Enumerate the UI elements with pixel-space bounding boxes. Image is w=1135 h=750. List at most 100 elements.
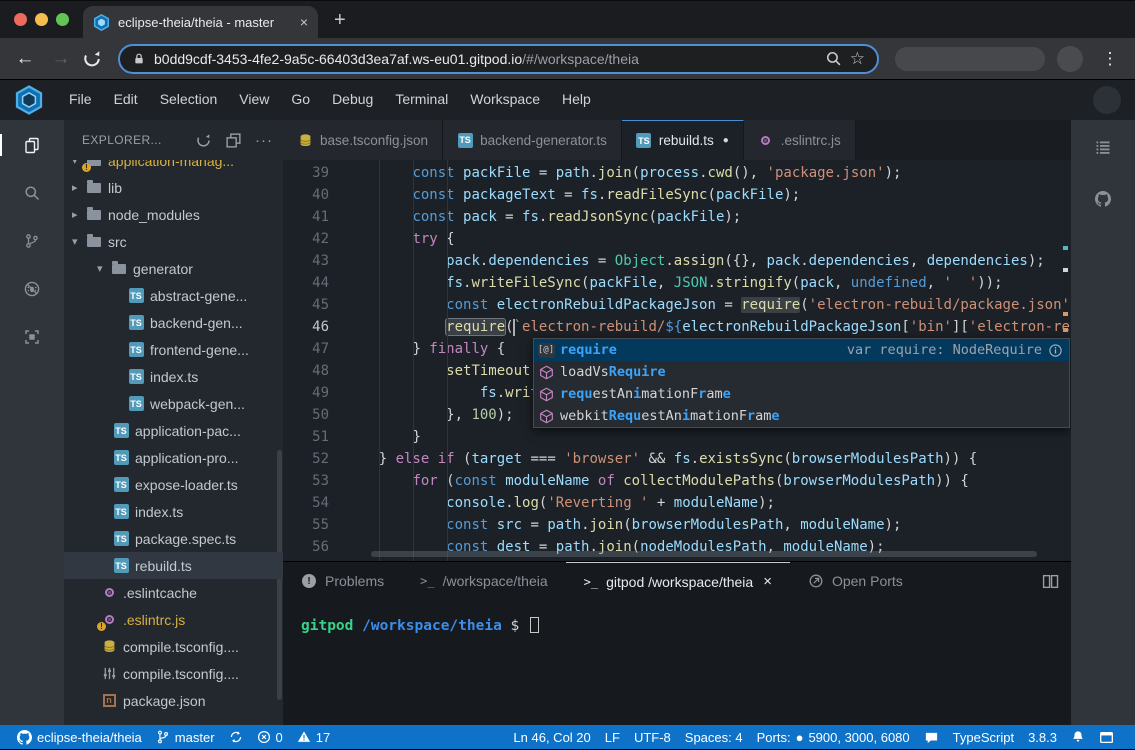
status-item-master[interactable]: master [149, 730, 222, 745]
dirty-indicator-icon[interactable]: ● [723, 135, 729, 146]
menu-item-debug[interactable]: Debug [321, 91, 384, 107]
panel-tab-close-icon[interactable]: × [763, 573, 772, 590]
menu-item-terminal[interactable]: Terminal [384, 91, 459, 107]
status-item[interactable] [917, 730, 946, 745]
tree-item[interactable]: TSindex.ts [64, 363, 283, 390]
horizontal-scrollbar[interactable] [371, 551, 1037, 557]
browser-menu-kebab-icon[interactable]: ⋮ [1095, 49, 1125, 69]
activity-scm[interactable] [0, 230, 64, 252]
tree-item[interactable]: !.eslintrc.js [64, 606, 283, 633]
activity-github[interactable] [1071, 188, 1135, 210]
status-item[interactable] [1064, 730, 1092, 744]
tree-item[interactable]: compile.tsconfig.... [64, 660, 283, 687]
panel-tab-gitpod-workspace-theia[interactable]: >_gitpod /workspace/theia× [566, 562, 790, 600]
activity-debug-off[interactable] [0, 278, 64, 300]
status-item-lf[interactable]: LF [598, 730, 627, 745]
more-actions-icon[interactable]: ··· [255, 132, 273, 149]
editor-tab-base-tsconfig-json[interactable]: base.tsconfig.json [283, 120, 443, 160]
tree-item[interactable]: TSindex.ts [64, 498, 283, 525]
status-item[interactable] [1092, 730, 1121, 745]
tree-item[interactable]: ▾src [64, 228, 283, 255]
menu-item-go[interactable]: Go [280, 91, 321, 107]
menu-item-file[interactable]: File [58, 91, 103, 107]
tree-item[interactable]: ▾generator [64, 255, 283, 282]
menu-item-edit[interactable]: Edit [103, 91, 149, 107]
tree-item[interactable]: ▸node_modules [64, 201, 283, 228]
lock-icon [132, 52, 146, 66]
status-item-17[interactable]: 17 [290, 730, 337, 745]
tree-item[interactable]: npackage.json [64, 687, 283, 714]
files-icon [24, 137, 40, 153]
status-item-spaces-4[interactable]: Spaces: 4 [678, 730, 750, 745]
editor-tab-rebuild-ts[interactable]: TSrebuild.ts● [622, 120, 744, 160]
browser-profile-avatar[interactable] [1057, 46, 1083, 72]
tree-item[interactable]: TSapplication-pro... [64, 444, 283, 471]
tree-item[interactable]: TSpackage.spec.ts [64, 525, 283, 552]
tree-item[interactable]: TSwebpack-gen... [64, 390, 283, 417]
url-text: b0dd9cdf-3453-4fe2-9a5c-66403d3ea7af.ws-… [154, 51, 817, 67]
tree-item[interactable]: ▾!application-manag... [64, 160, 283, 174]
browser-toolbar: ← → b0dd9cdf-3453-4fe2-9a5c-66403d3ea7af… [0, 38, 1135, 80]
terminal[interactable]: gitpod /workspace/theia $ [283, 600, 1071, 636]
menu-item-help[interactable]: Help [551, 91, 602, 107]
suggest-item[interactable]: loadVsRequire [534, 361, 1069, 383]
menu-item-view[interactable]: View [228, 91, 280, 107]
refresh-icon[interactable] [195, 132, 212, 149]
tree-item[interactable]: TSrebuild.ts [64, 552, 283, 579]
status-prefix: Ports: [757, 730, 791, 745]
activity-open-editors-list[interactable] [1071, 136, 1135, 158]
address-bar[interactable]: b0dd9cdf-3453-4fe2-9a5c-66403d3ea7af.ws-… [118, 44, 879, 74]
tree-item[interactable]: TSapplication-pac... [64, 417, 283, 444]
minimize-window-button[interactable] [35, 13, 48, 26]
activity-search[interactable] [0, 182, 64, 204]
new-tab-button[interactable]: + [318, 9, 362, 38]
collapse-all-icon[interactable] [225, 132, 242, 149]
status-item-0[interactable]: 0 [250, 730, 290, 745]
reload-button[interactable] [82, 49, 112, 69]
split-panel-icon[interactable] [1042, 573, 1059, 590]
status-item-3-8-3[interactable]: 3.8.3 [1021, 730, 1064, 745]
folder-icon [111, 261, 127, 277]
zoom-page-icon[interactable] [825, 50, 842, 67]
forward-button[interactable]: → [46, 48, 76, 70]
tree-item[interactable]: TSfrontend-gene... [64, 336, 283, 363]
browser-tab[interactable]: eclipse-theia/theia - master × [83, 6, 318, 38]
activity-files[interactable] [0, 134, 64, 156]
status-item-utf-8[interactable]: UTF-8 [627, 730, 678, 745]
activity-extensions[interactable] [0, 326, 64, 348]
status-item-ln-46-col-20[interactable]: Ln 46, Col 20 [506, 730, 597, 745]
info-icon[interactable] [1048, 343, 1063, 358]
menu-item-workspace[interactable]: Workspace [459, 91, 551, 107]
panel-tab-Problems[interactable]: !Problems [283, 562, 402, 600]
bookmark-star-icon[interactable]: ☆ [850, 49, 865, 69]
panel-tab-Open-Ports[interactable]: Open Ports [790, 562, 921, 600]
status-item[interactable] [222, 730, 250, 744]
tree-item[interactable]: TSabstract-gene... [64, 282, 283, 309]
close-window-button[interactable] [14, 13, 27, 26]
tree-item[interactable]: TSbackend-gen... [64, 309, 283, 336]
suggest-item[interactable]: requestAnimationFrame [534, 383, 1069, 405]
npm-icon: n [101, 693, 117, 709]
maximize-window-button[interactable] [56, 13, 69, 26]
editor-tab--eslintrc-js[interactable]: .eslintrc.js [744, 120, 856, 160]
status-item-typescript[interactable]: TypeScript [946, 730, 1021, 745]
user-avatar-placeholder[interactable] [1093, 86, 1121, 114]
back-button[interactable]: ← [10, 48, 40, 70]
panel-tab--workspace-theia[interactable]: >_/workspace/theia [402, 562, 566, 600]
tree-item-label: index.ts [150, 369, 198, 385]
suggest-item[interactable]: webkitRequestAnimationFrame [534, 405, 1069, 427]
tree-item[interactable]: ▸lib [64, 174, 283, 201]
suggest-item[interactable]: [@]requirevar require: NodeRequire [534, 339, 1069, 361]
chevron-right-icon: ▸ [72, 181, 86, 194]
tree-item[interactable]: TSexpose-loader.ts [64, 471, 283, 498]
window-icon [1099, 730, 1114, 745]
status-item-5900-3000-6080[interactable]: Ports:●5900, 3000, 6080 [750, 730, 917, 745]
tree-item[interactable]: compile.tsconfig.... [64, 633, 283, 660]
status-item-eclipse-theia-theia[interactable]: eclipse-theia/theia [10, 730, 149, 745]
editor-tab-backend-generator-ts[interactable]: TSbackend-generator.ts [443, 120, 622, 160]
tree-item-label: frontend-gene... [150, 342, 249, 358]
tab-close-icon[interactable]: × [300, 15, 308, 29]
menu-item-selection[interactable]: Selection [149, 91, 229, 107]
tree-item[interactable]: .eslintcache [64, 579, 283, 606]
code-editor[interactable]: 394041424344454647484950515253545556 con… [283, 160, 1071, 561]
